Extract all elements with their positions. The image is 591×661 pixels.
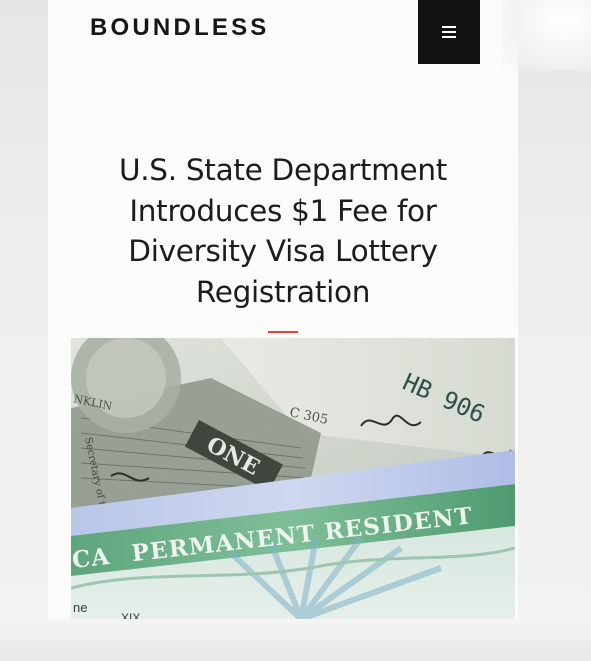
article-title-line: Diversity Visa Lottery: [128, 234, 438, 268]
article-title-line: Introduces $1 Fee for: [129, 193, 437, 228]
hamburger-menu-icon: [442, 26, 456, 38]
hero-image: ONE C 305 NKLIN Secretary of th HB 906 C…: [71, 338, 515, 619]
site-header: BOUNDLESS: [48, 0, 518, 66]
article-title: U.S. State Department Introduces $1 Fee …: [48, 150, 518, 312]
green-card-fragment-2: XIX: [121, 611, 140, 619]
menu-button[interactable]: [418, 0, 480, 64]
green-card-fragment: ne: [73, 600, 87, 615]
site-logo[interactable]: BOUNDLESS: [90, 14, 269, 42]
title-accent-rule: [268, 331, 298, 333]
article-title-line: U.S. State Department: [118, 153, 448, 187]
article-title-line: Registration: [195, 274, 371, 309]
screen-bottom-band: [0, 619, 591, 661]
green-card-prefix: CA: [71, 543, 112, 574]
screen: BOUNDLESS U.S. State Department Introduc…: [0, 0, 591, 661]
